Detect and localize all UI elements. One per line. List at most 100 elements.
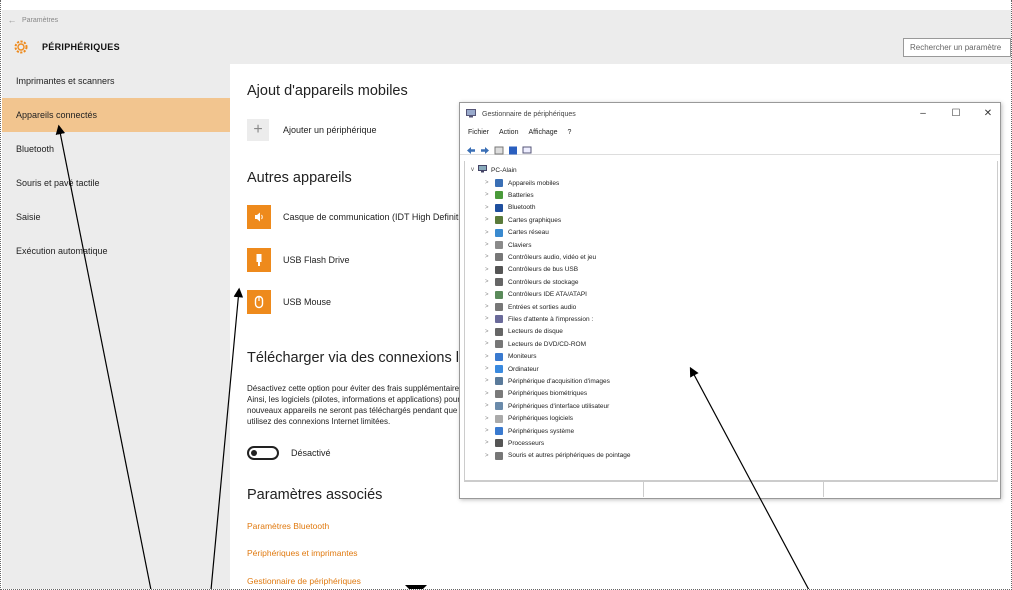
tree-item-label: Files d'attente à l'impression :	[508, 315, 594, 323]
chevron-right-icon[interactable]: >	[485, 403, 495, 409]
chevron-right-icon[interactable]: >	[485, 378, 495, 384]
tree-item[interactable]: > Périphériques biométriques	[485, 388, 587, 400]
device-category-icon	[495, 352, 503, 361]
tree-item[interactable]: > Appareils mobiles	[485, 177, 559, 189]
device-item-usb-mouse[interactable]: USB Mouse	[247, 290, 331, 314]
chevron-right-icon[interactable]: >	[485, 242, 495, 248]
mouse-icon	[247, 290, 271, 314]
tree-item[interactable]: > Contrôleurs de stockage	[485, 276, 578, 288]
device-item-usb-flash[interactable]: USB Flash Drive	[247, 248, 350, 272]
metered-description-line: Désactivez cette option pour éviter des …	[247, 384, 466, 393]
maximize-button[interactable]: ☐	[948, 108, 964, 119]
chevron-right-icon[interactable]: >	[485, 428, 495, 434]
chevron-right-icon[interactable]: >	[485, 267, 495, 273]
tree-item[interactable]: > Périphérique d'acquisition d'images	[485, 375, 610, 387]
tree-item[interactable]: > Contrôleurs de bus USB	[485, 264, 578, 276]
tree-item[interactable]: > Processeurs	[485, 437, 544, 449]
add-device-button[interactable]: + Ajouter un périphérique	[247, 119, 377, 141]
section-title-add-devices: Ajout d'appareils mobiles	[247, 83, 408, 99]
tree-item[interactable]: > Cartes graphiques	[485, 214, 561, 226]
tree-item[interactable]: > Cartes réseau	[485, 227, 549, 239]
toggle-knob	[251, 450, 257, 456]
menu-action[interactable]: Action	[499, 129, 518, 136]
tree-item-label: Périphérique d'acquisition d'images	[508, 377, 610, 385]
chevron-right-icon[interactable]: >	[485, 230, 495, 236]
sidebar-item-printers[interactable]: Imprimantes et scanners	[2, 64, 230, 98]
sidebar-item-mouse-touchpad[interactable]: Souris et pavé tactile	[2, 166, 230, 200]
close-button[interactable]: ✕	[980, 108, 996, 119]
tree-item[interactable]: > Périphériques d'interface utilisateur	[485, 400, 609, 412]
tree-item[interactable]: > Batteries	[485, 189, 534, 201]
menu-fichier[interactable]: Fichier	[468, 129, 489, 136]
device-category-icon	[495, 389, 503, 398]
device-manager-window: Gestionnaire de périphériques – ☐ ✕ Fich…	[459, 102, 1001, 499]
forward-icon[interactable]	[480, 142, 490, 154]
device-category-icon	[495, 265, 503, 274]
tree-item[interactable]: > Files d'attente à l'impression :	[485, 313, 593, 325]
chevron-right-icon[interactable]: >	[485, 205, 495, 211]
sidebar-item-typing[interactable]: Saisie	[2, 200, 230, 234]
tree-root[interactable]: v PC-Alain	[471, 165, 517, 175]
chevron-right-icon[interactable]: >	[485, 192, 495, 198]
menu-affichage[interactable]: Affichage	[528, 129, 557, 136]
chevron-right-icon[interactable]: >	[485, 292, 495, 298]
tree-item[interactable]: > Contrôleurs IDE ATA/ATAPI	[485, 289, 587, 301]
tree-item[interactable]: > Lecteurs de DVD/CD-ROM	[485, 338, 586, 350]
device-category-icon	[495, 179, 503, 187]
device-category-icon	[495, 414, 503, 423]
tree-item[interactable]: > Lecteurs de disque	[485, 326, 563, 338]
tree-item[interactable]: > Ordinateur	[485, 363, 539, 375]
sidebar-item-connected-devices[interactable]: Appareils connectés	[2, 98, 230, 132]
chevron-right-icon[interactable]: >	[485, 366, 495, 372]
sidebar-item-bluetooth[interactable]: Bluetooth	[2, 132, 230, 166]
device-label: USB Mouse	[283, 297, 332, 307]
menu-help[interactable]: ?	[568, 129, 572, 136]
chevron-right-icon[interactable]: >	[485, 180, 495, 186]
chevron-right-icon[interactable]: >	[485, 304, 495, 310]
link-device-manager[interactable]: Gestionnaire de périphériques	[247, 576, 361, 586]
metered-description: Désactivez cette option pour éviter des …	[247, 383, 487, 427]
sidebar-item-label: Appareils connectés	[16, 110, 98, 120]
chevron-right-icon[interactable]: >	[485, 453, 495, 459]
sidebar-item-label: Bluetooth	[16, 144, 55, 154]
sidebar-item-autoplay[interactable]: Exécution automatique	[2, 234, 230, 268]
chevron-right-icon[interactable]: >	[485, 217, 495, 223]
tree-item[interactable]: > Souris et autres périphériques de point…	[485, 450, 631, 462]
metered-toggle[interactable]	[247, 446, 279, 460]
properties-icon[interactable]	[494, 142, 504, 155]
device-category-icon	[495, 327, 503, 336]
device-category-icon	[495, 377, 503, 386]
tree-item-label: Lecteurs de disque	[508, 328, 563, 336]
tree-item[interactable]: > Périphériques logiciels	[485, 413, 573, 425]
chevron-right-icon[interactable]: >	[485, 254, 495, 260]
settings-header: PÉRIPHÉRIQUES Rechercher un paramètre	[2, 30, 1011, 64]
link-devices-printers[interactable]: Périphériques et imprimantes	[247, 548, 358, 558]
minimize-button[interactable]: –	[915, 108, 931, 119]
chevron-right-icon[interactable]: >	[485, 316, 495, 322]
chevron-right-icon[interactable]: >	[485, 416, 495, 422]
tree-item[interactable]: > Entrées et sorties audio	[485, 301, 576, 313]
back-arrow-icon[interactable]: ←	[2, 15, 22, 25]
chevron-right-icon[interactable]: >	[485, 329, 495, 335]
metered-toggle-row: Désactivé	[247, 446, 331, 460]
chevron-right-icon[interactable]: >	[485, 354, 495, 360]
help-icon[interactable]	[508, 142, 518, 155]
tree-item-label: Bluetooth	[508, 204, 536, 212]
back-icon[interactable]	[466, 142, 476, 154]
device-category-icon	[495, 340, 503, 349]
tree-item[interactable]: > Moniteurs	[485, 351, 537, 363]
sidebar-item-label: Souris et pavé tactile	[16, 178, 100, 188]
tree-item[interactable]: > Bluetooth	[485, 202, 535, 214]
scan-hardware-icon[interactable]	[522, 142, 532, 154]
tree-item-label: Lecteurs de DVD/CD-ROM	[508, 340, 587, 348]
usb-drive-icon	[247, 248, 271, 272]
chevron-right-icon[interactable]: >	[485, 440, 495, 446]
tree-item[interactable]: > Contrôleurs audio, vidéo et jeu	[485, 251, 596, 263]
tree-item[interactable]: > Périphériques système	[485, 425, 574, 437]
chevron-right-icon[interactable]: >	[485, 279, 495, 285]
tree-item[interactable]: > Claviers	[485, 239, 531, 251]
link-bluetooth-settings[interactable]: Paramètres Bluetooth	[247, 521, 329, 531]
chevron-right-icon[interactable]: >	[485, 391, 495, 397]
search-input[interactable]: Rechercher un paramètre	[903, 38, 1011, 57]
chevron-right-icon[interactable]: >	[485, 341, 495, 347]
